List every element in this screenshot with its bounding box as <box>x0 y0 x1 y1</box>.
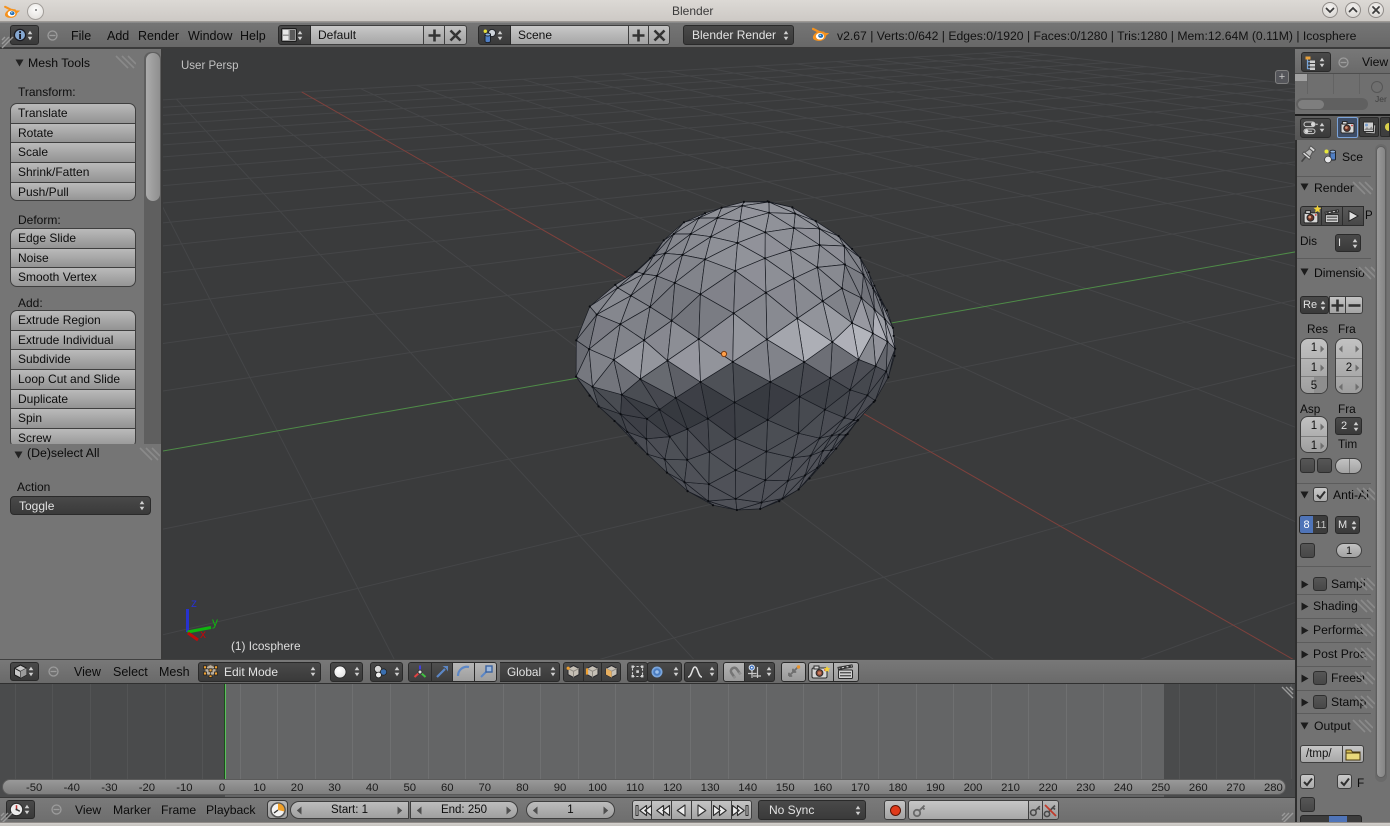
svg-text:x: x <box>200 627 206 641</box>
svg-text:z: z <box>191 596 197 610</box>
svg-text:y: y <box>212 615 218 629</box>
